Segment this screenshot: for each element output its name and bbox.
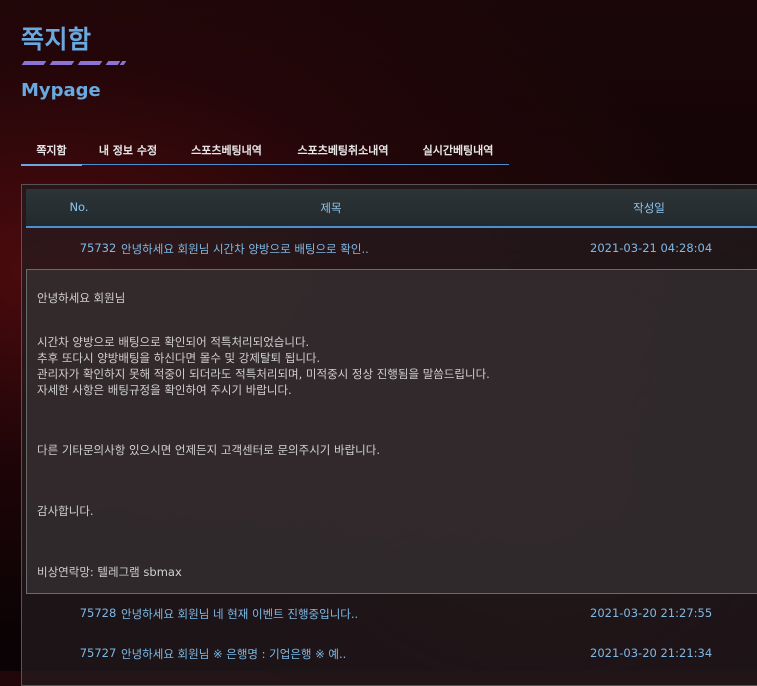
message-greeting: 안녕하세요 회원님 bbox=[37, 291, 126, 305]
header-no: No. bbox=[69, 200, 89, 214]
tab-edit-profile[interactable]: 내 정보 수정 bbox=[82, 136, 174, 164]
row-no: 75728 bbox=[79, 606, 117, 620]
tab-sports-bets[interactable]: 스포츠베팅내역 bbox=[174, 136, 279, 164]
message-inquiry: 다른 기타문의사항 있으시면 언제든지 고객센터로 문의주시기 바랍니다. bbox=[37, 443, 380, 457]
message-line: 시간차 양방으로 배팅으로 확인되어 적특처리되었습니다. bbox=[37, 335, 310, 349]
tab-messages[interactable]: 쪽지함 bbox=[21, 136, 82, 166]
table-row[interactable]: 75727 안녕하세요 회원님 ※ 은행명 : 기업은행 ※ 예.. 2021-… bbox=[22, 635, 757, 671]
row-no: 75732 bbox=[79, 241, 117, 255]
row-no: 75727 bbox=[79, 646, 117, 660]
page-subtitle: Mypage bbox=[21, 80, 101, 101]
message-contact: 비상연락망: 텔레그램 sbmax bbox=[37, 565, 182, 579]
tab-sports-bet-cancels[interactable]: 스포츠베팅취소내역 bbox=[279, 136, 407, 164]
row-subject[interactable]: 안녕하세요 회원님 ※ 은행명 : 기업은행 ※ 예.. bbox=[121, 646, 346, 662]
message-thanks: 감사합니다. bbox=[37, 504, 94, 518]
mypage-tabs: 쪽지함 내 정보 수정 스포츠베팅내역 스포츠베팅취소내역 실시간베팅내역 bbox=[21, 136, 509, 166]
row-subject[interactable]: 안녕하세요 회원님 시간차 양방으로 배팅으로 확인.. bbox=[121, 241, 369, 257]
message-line: 추후 또다시 양방배팅을 하신다면 몰수 및 강제탈퇴 됩니다. bbox=[37, 351, 321, 365]
title-decoration bbox=[21, 61, 131, 66]
header-subject: 제목 bbox=[320, 201, 342, 215]
message-line: 자세한 사항은 배팅규정을 확인하여 주시기 바랍니다. bbox=[37, 383, 292, 397]
message-content: 안녕하세요 회원님 시간차 양방으로 배팅으로 확인되어 적특처리되었습니다. … bbox=[26, 269, 757, 594]
row-date: 2021-03-21 04:28:04 bbox=[590, 241, 713, 255]
table-row[interactable]: 75728 안녕하세요 회원님 네 현재 이벤트 진행중입니다.. 2021-0… bbox=[22, 595, 757, 631]
row-subject[interactable]: 안녕하세요 회원님 네 현재 이벤트 진행중입니다.. bbox=[121, 606, 358, 622]
page-title: 쪽지함 bbox=[21, 25, 92, 54]
message-board: No. 제목 작성일 75732 안녕하세요 회원님 시간차 양방으로 배팅으로… bbox=[21, 184, 757, 686]
table-row[interactable]: 75732 안녕하세요 회원님 시간차 양방으로 배팅으로 확인.. 2021-… bbox=[22, 230, 757, 266]
header-date: 작성일 bbox=[633, 201, 665, 215]
tab-live-bets[interactable]: 실시간베팅내역 bbox=[407, 136, 509, 164]
message-line: 관리자가 확인하지 못해 적중이 되더라도 적특처리되며, 미적중시 정상 진행… bbox=[37, 367, 490, 381]
row-date: 2021-03-20 21:21:34 bbox=[590, 646, 713, 660]
row-date: 2021-03-20 21:27:55 bbox=[590, 606, 713, 620]
table-header: No. 제목 작성일 bbox=[26, 189, 757, 228]
